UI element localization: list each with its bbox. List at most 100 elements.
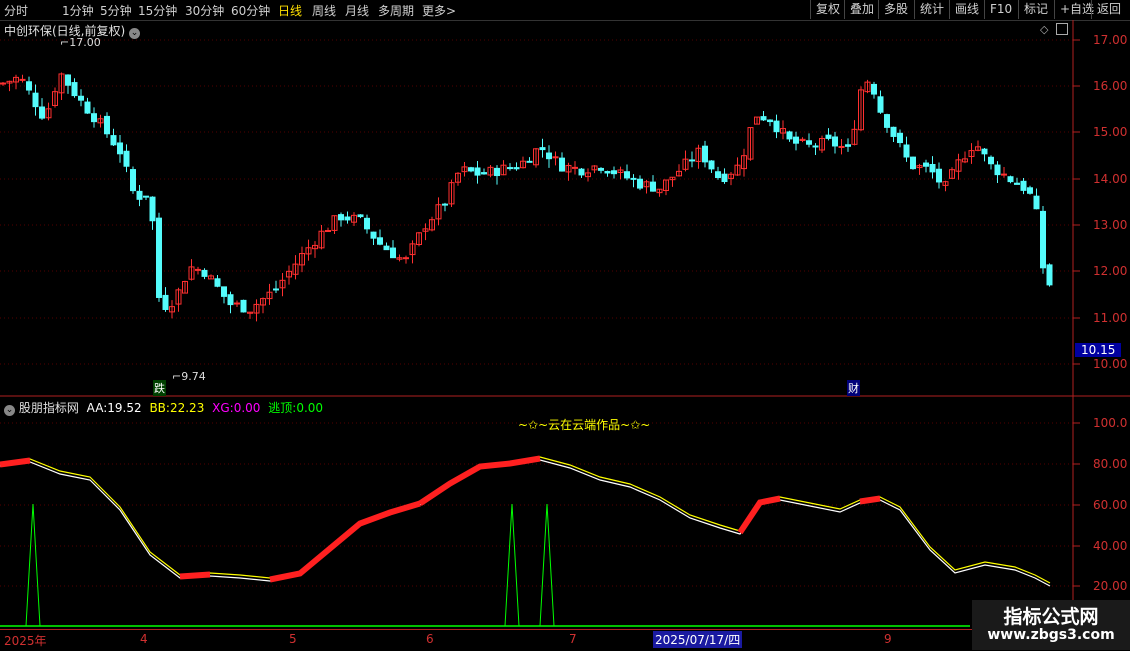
candle [149, 196, 156, 230]
candle [598, 167, 604, 174]
candle [182, 280, 188, 294]
candle [526, 157, 533, 163]
indicator-panel[interactable]: ⌄ 股朋指标网 AA:19.52 BB:22.23 XG:0.00 逃顶:0.0… [0, 397, 1130, 629]
candle [58, 72, 65, 100]
candle [52, 87, 58, 108]
window-toggle-icon[interactable] [1056, 23, 1068, 35]
indicator-legend: ⌄ 股朋指标网 AA:19.52 BB:22.23 XG:0.00 逃顶:0.0… [4, 399, 323, 416]
candle [325, 227, 331, 233]
period-tab-1min[interactable]: 1分钟 [62, 2, 94, 19]
candle [721, 168, 728, 184]
multi-stock-button[interactable]: 多股 [878, 0, 913, 19]
candle [760, 110, 767, 121]
candle [819, 135, 825, 153]
candle [591, 165, 598, 174]
candle [370, 231, 377, 246]
candle [110, 128, 117, 147]
candle [487, 165, 494, 178]
candle [19, 74, 26, 83]
candle [884, 113, 890, 133]
die-marker[interactable]: 跌 [153, 380, 166, 396]
date-label: 5 [289, 632, 297, 646]
overlay-button[interactable]: 叠加 [844, 0, 879, 19]
price-tick: 11.00 [1093, 311, 1128, 325]
period-tab-fenshi[interactable]: 分时 [4, 2, 28, 19]
candle [383, 242, 390, 251]
high-price-value: 17.00 [69, 36, 101, 49]
period-tab-multi[interactable]: 多周期 [378, 2, 414, 19]
candle [572, 161, 578, 175]
candle [669, 176, 676, 187]
candle [396, 254, 403, 262]
mark-button[interactable]: 标记 [1018, 0, 1053, 19]
candle [546, 145, 552, 168]
candle [13, 74, 19, 90]
candle [1027, 185, 1033, 195]
statistics-button[interactable]: 统计 [914, 0, 949, 19]
bb-label: BB: [149, 401, 170, 415]
candlestick-chart [0, 20, 1130, 397]
candle [253, 299, 260, 322]
crosshair-date: 2025/07/17/四 [653, 631, 743, 648]
candle [767, 119, 773, 127]
candle [806, 133, 812, 148]
candle [71, 78, 78, 98]
date-label: 9 [884, 632, 892, 646]
candle [702, 140, 708, 168]
cai-marker[interactable]: 财 [847, 380, 860, 396]
candle [858, 86, 864, 132]
candle [903, 136, 910, 162]
candle [851, 120, 858, 146]
period-tab-daily[interactable]: 日线 [278, 2, 302, 19]
candle [208, 274, 214, 280]
candle [994, 161, 1001, 183]
candle [916, 163, 923, 175]
candle [786, 130, 793, 142]
period-tab-30min[interactable]: 30分钟 [185, 2, 224, 19]
candle [123, 144, 130, 173]
candle [364, 214, 370, 234]
period-tab-60min[interactable]: 60分钟 [231, 2, 270, 19]
period-tab-15min[interactable]: 15分钟 [138, 2, 177, 19]
f10-button[interactable]: F10 [984, 0, 1017, 19]
candle [481, 168, 487, 175]
watermark: 指标公式网 www.zbgs3.com [972, 600, 1130, 650]
candle [624, 164, 630, 181]
candle [741, 148, 747, 177]
period-tab-weekly[interactable]: 周线 [312, 2, 336, 19]
candle [240, 299, 247, 313]
candle [312, 241, 318, 258]
candle [513, 162, 520, 171]
candle [409, 240, 416, 264]
back-button[interactable]: 返回 [1091, 0, 1126, 19]
draw-line-button[interactable]: 画线 [949, 0, 984, 19]
candle [845, 138, 851, 152]
period-tab-5min[interactable]: 5分钟 [100, 2, 132, 19]
candle [929, 156, 936, 179]
candle [305, 239, 312, 261]
escape-label: 逃顶: [268, 401, 297, 415]
candle [689, 151, 695, 168]
candle [949, 167, 955, 179]
bb-value: 22.23 [169, 401, 205, 415]
period-tab-more[interactable]: 更多> [422, 2, 456, 19]
diamond-icon[interactable]: ◇ [1040, 23, 1048, 36]
candle [136, 185, 143, 207]
candle [942, 180, 949, 192]
candle [552, 151, 559, 166]
candle [6, 80, 13, 92]
watermark-url: www.zbgs3.com [987, 627, 1115, 643]
fuquan-button[interactable]: 复权 [810, 0, 845, 19]
candle [39, 98, 45, 120]
candle [864, 79, 871, 94]
chevron-down-icon[interactable]: ⌄ [129, 28, 141, 39]
candle [32, 84, 39, 116]
candle [630, 174, 637, 188]
candle [286, 265, 292, 285]
settings-circle-icon[interactable]: ⌄ [4, 405, 15, 416]
watermark-title: 指标公式网 [1003, 606, 1099, 628]
period-tab-monthly[interactable]: 月线 [345, 2, 369, 19]
candle [643, 179, 650, 194]
date-axis: 2025年 4 5 6 7 8 9 2025/07/17/四 [0, 629, 1130, 651]
candlestick-panel[interactable]: 中创环保(日线,前复权) ⌄ ◇ 17.00 16.00 15.00 14.00… [0, 20, 1130, 397]
